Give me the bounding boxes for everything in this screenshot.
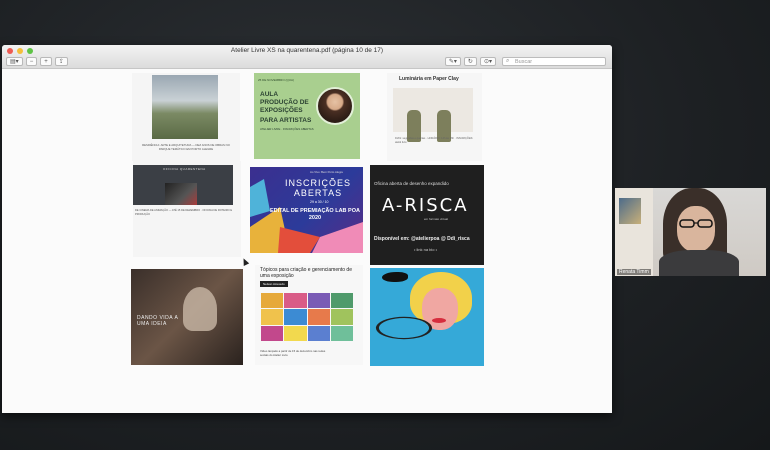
tile-text: DANDO VIDA A UMA IDEIA [137, 315, 179, 327]
participant-video[interactable]: Renata Timm [615, 188, 766, 276]
tile-badge: Nelson Azevedo [260, 281, 288, 287]
tile-title: Luminária em Paper Clay [399, 76, 459, 82]
tile-top-text: Ao Vivo: Bem Porto Alegre [310, 170, 344, 174]
portrait-photo [316, 87, 354, 125]
sculpture-photo [152, 75, 218, 139]
sidebar-toggle-button[interactable]: ▤▾ [6, 57, 23, 66]
person-photo [183, 287, 217, 331]
lips-shape [432, 318, 446, 323]
thumbnail-dando-vida: DANDO VIDA A UMA IDEIA [131, 269, 243, 365]
window-title: Atelier Livre XS na quarentena.pdf (pági… [230, 47, 384, 54]
color-cell [261, 293, 284, 309]
tile-title: AULA PRODUÇÃO DE EXPOSIÇÕES [260, 91, 309, 114]
color-cell [307, 325, 330, 341]
tile-info: DIAS: segundas e quartas · HORÁRIO: 14h … [395, 137, 474, 144]
color-cell [330, 293, 353, 309]
tile-subtitle: PARA ARTISTAS [260, 117, 312, 124]
color-cell [307, 309, 330, 325]
search-input[interactable]: ⌕ Buscar [502, 57, 606, 66]
tile-date: 25 DE NOVEMBRO (QUA) [258, 78, 295, 82]
glasses-icon [679, 219, 713, 228]
thumbnail-a-risca: Oficina aberta de desenho expandido A-RI… [370, 165, 484, 265]
bird-shape [382, 272, 408, 282]
thumbnail-topicos: Tópicos para criação e gerenciamento de … [255, 265, 363, 365]
tile-link: • link na bio • [414, 247, 438, 252]
participant-face [677, 206, 715, 252]
rotate-button[interactable]: ↻ [463, 57, 477, 66]
tile-available: Disponível em: @atelierpoa @ Ddi_risca [374, 236, 470, 242]
thumbnail-residencia: RESIDÊNCIA: ARTE E ARQUITETURA — DEZ ANO… [132, 73, 240, 161]
tile-line: Oficina aberta de desenho expandido [374, 181, 449, 186]
color-cell [261, 325, 284, 341]
tile-header: OFICINA QUARENTENA [163, 167, 206, 171]
thumbnail-luminaria: Luminária em Paper Clay DIAS: segundas e… [387, 73, 482, 161]
color-cell [284, 293, 307, 309]
color-cell [330, 325, 353, 341]
share-button[interactable]: ⇪ [54, 57, 68, 66]
tile-text: RESIDÊNCIA: ARTE E ARQUITETURA — DEZ ANO… [142, 143, 230, 151]
thumbnail-pop-art [370, 268, 484, 366]
annotate-button[interactable]: ⊙▾ [479, 57, 496, 66]
lamp-photo [393, 88, 473, 142]
color-cell [330, 309, 353, 325]
tile-info: DE CINEMA DE ANIMAÇÃO — ATÉ 15 DE DEZEMB… [135, 209, 233, 216]
markup-button[interactable]: ✎▾ [444, 57, 461, 66]
zoom-in-button[interactable]: + [40, 57, 52, 66]
participant-shirt [659, 250, 739, 276]
pdf-page[interactable]: RESIDÊNCIA: ARTE E ARQUITETURA — DEZ ANO… [2, 69, 612, 413]
color-cell [284, 309, 307, 325]
mouse-cursor-icon [240, 257, 250, 266]
tile-title: INSCRIÇÕES ABERTAS [284, 178, 351, 198]
zoom-out-button[interactable]: − [25, 57, 38, 66]
tile-small: em formato virtual [424, 217, 449, 221]
tile-foot: Vídeo lançado a partir de 15 de dezembro… [260, 349, 326, 357]
tile-title: Tópicos para criação e gerenciamento de … [260, 267, 352, 279]
thumbnail-oficina-quarentena: OFICINA QUARENTENA DE CINEMA DE ANIMAÇÃO… [133, 161, 241, 257]
participant-name: Renata Timm [617, 269, 651, 275]
title-bar: Atelier Livre XS na quarentena.pdf (pági… [2, 45, 612, 69]
wall-artwork [619, 198, 641, 224]
tile-edital: EDITAL DE PREMIAÇÃO LAB POA 2020 [270, 208, 360, 221]
tile-title: A-RISCA [382, 195, 469, 216]
search-placeholder: Buscar [515, 58, 533, 65]
color-cell [284, 325, 307, 341]
pdf-viewer-window: Atelier Livre XS na quarentena.pdf (pági… [2, 45, 612, 413]
thumbnail-inscricoes-abertas: Ao Vivo: Bem Porto Alegre INSCRIÇÕES ABE… [250, 167, 363, 253]
artwork-image [165, 183, 197, 205]
color-grid [261, 293, 353, 341]
tile-dates: 29 a 30 / 10 [310, 200, 329, 204]
color-cell [307, 293, 330, 309]
thumbnail-aula-exposicoes: 25 DE NOVEMBRO (QUA) AULA PRODUÇÃO DE EX… [254, 73, 360, 159]
tile-note: ATELIER LIVRE · INSCRIÇÕES ABERTAS [260, 127, 314, 131]
color-cell [261, 309, 284, 325]
search-icon: ⌕ [506, 58, 510, 64]
